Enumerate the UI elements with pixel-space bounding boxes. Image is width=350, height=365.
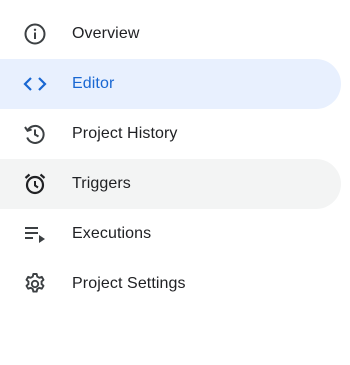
sidebar-item-label: Project Settings [72, 275, 186, 292]
sidebar-item-overview[interactable]: Overview [0, 9, 350, 59]
code-icon [22, 71, 48, 97]
info-icon [22, 21, 48, 47]
sidebar-nav: Overview Editor Project History Triggers… [0, 9, 350, 309]
alarm-icon [22, 171, 48, 197]
sidebar-item-project-history[interactable]: Project History [0, 109, 350, 159]
sidebar-item-executions[interactable]: Executions [0, 209, 350, 259]
gear-icon [22, 271, 48, 297]
sidebar-item-label: Project History [72, 125, 178, 142]
sidebar-item-label: Editor [72, 75, 115, 92]
sidebar-item-triggers[interactable]: Triggers [0, 159, 341, 209]
sidebar-item-project-settings[interactable]: Project Settings [0, 259, 350, 309]
sidebar-item-label: Overview [72, 25, 140, 42]
history-icon [22, 121, 48, 147]
sidebar-item-label: Executions [72, 225, 152, 242]
sidebar-item-editor[interactable]: Editor [0, 59, 341, 109]
playlist-play-icon [22, 221, 48, 247]
sidebar-item-label: Triggers [72, 175, 131, 192]
